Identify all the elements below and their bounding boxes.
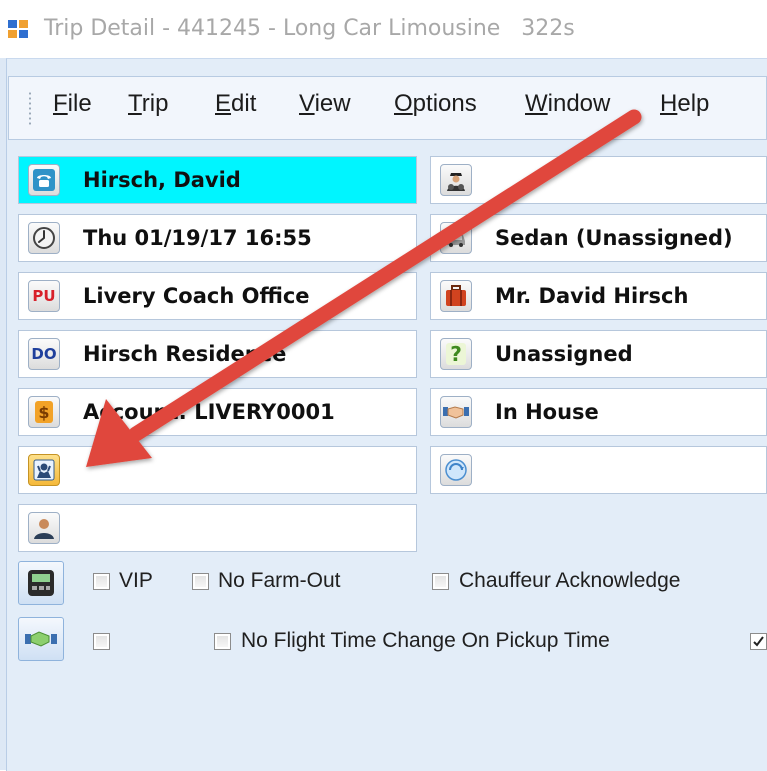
no-flight-time-change-checkbox[interactable] [214,633,231,650]
trip-detail-window: Trip Detail - 441245 - Long Car Limousin… [0,0,767,771]
menu-window[interactable]: Window [525,90,610,118]
svg-text:$: $ [38,403,49,422]
payment-checkbox[interactable] [93,633,110,650]
customer-field[interactable]: Hirsch, David [18,156,417,204]
payment-button[interactable] [18,617,64,661]
vehicle-type: Sedan (Unassigned) [495,226,733,250]
dropoff-field[interactable]: DO Hirsch Residence [18,330,417,378]
account-number: Account: LIVERY0001 [83,400,335,424]
passenger-name: Mr. David Hirsch [495,284,689,308]
datetime-field[interactable]: Thu 01/19/17 16:55 [18,214,417,262]
pickup-datetime: Thu 01/19/17 16:55 [83,226,312,250]
luggage-icon[interactable] [440,280,472,312]
account-field[interactable]: $ Account: LIVERY0001 [18,388,417,436]
chauffeur-acknowledge-label: Chauffeur Acknowledge [459,569,681,592]
vip-label: VIP [119,569,153,592]
chauffeur-acknowledge-checkbox[interactable] [432,573,449,590]
contact-field[interactable] [18,504,417,552]
pickup-location: Livery Coach Office [83,284,310,308]
phone-icon[interactable] [28,164,60,196]
dropoff-location: Hirsch Residence [83,342,287,366]
title-bar[interactable]: Trip Detail - 441245 - Long Car Limousin… [0,0,767,58]
extra-field[interactable] [430,446,767,494]
car-icon[interactable] [440,222,472,254]
affiliate-value: In House [495,400,599,424]
pager-button[interactable] [18,561,64,605]
no-farm-out-checkbox[interactable] [192,573,209,590]
svg-text:?: ? [450,342,462,366]
menu-file[interactable]: File [53,90,92,118]
toolbar-grip[interactable] [28,91,32,127]
customer-name: Hirsch, David [83,168,241,192]
pu-badge-icon[interactable]: PU [28,280,60,312]
greeter-field[interactable] [18,446,417,494]
vehicle-field[interactable]: Sedan (Unassigned) [430,214,767,262]
person-icon[interactable] [28,512,60,544]
app-icon [8,20,28,38]
affiliate-field[interactable]: In House [430,388,767,436]
money-handshake-icon [25,631,57,647]
vip-checkbox[interactable] [93,573,110,590]
dollar-icon[interactable]: $ [28,396,60,428]
clock-icon[interactable] [28,222,60,254]
menu-view[interactable]: View [299,90,351,118]
chauffeur-field[interactable] [430,156,767,204]
menu-help[interactable]: Help [660,90,709,118]
trip-status: Unassigned [495,342,633,366]
do-badge-icon[interactable]: DO [28,338,60,370]
window-title: Trip Detail - 441245 - Long Car Limousin… [44,16,575,41]
status-field[interactable]: ? Unassigned [430,330,767,378]
handshake-icon[interactable] [440,396,472,428]
no-farm-out-label: No Farm-Out [218,569,341,592]
chauffeur-icon[interactable] [440,164,472,196]
pickup-field[interactable]: PU Livery Coach Office [18,272,417,320]
question-icon[interactable]: ? [440,338,472,370]
right-edge-checkbox[interactable] [750,633,767,650]
menu-bar: File Trip Edit View Options Window Help [8,76,767,140]
passenger-field[interactable]: Mr. David Hirsch [430,272,767,320]
no-flight-time-change-label: No Flight Time Change On Pickup Time [241,629,610,652]
menu-trip[interactable]: Trip [128,90,168,118]
menu-edit[interactable]: Edit [215,90,256,118]
greeter-icon[interactable] [28,454,60,486]
globe-icon[interactable] [440,454,472,486]
checkmark-icon [753,636,764,647]
pager-icon [28,570,54,596]
menu-options[interactable]: Options [394,90,477,118]
